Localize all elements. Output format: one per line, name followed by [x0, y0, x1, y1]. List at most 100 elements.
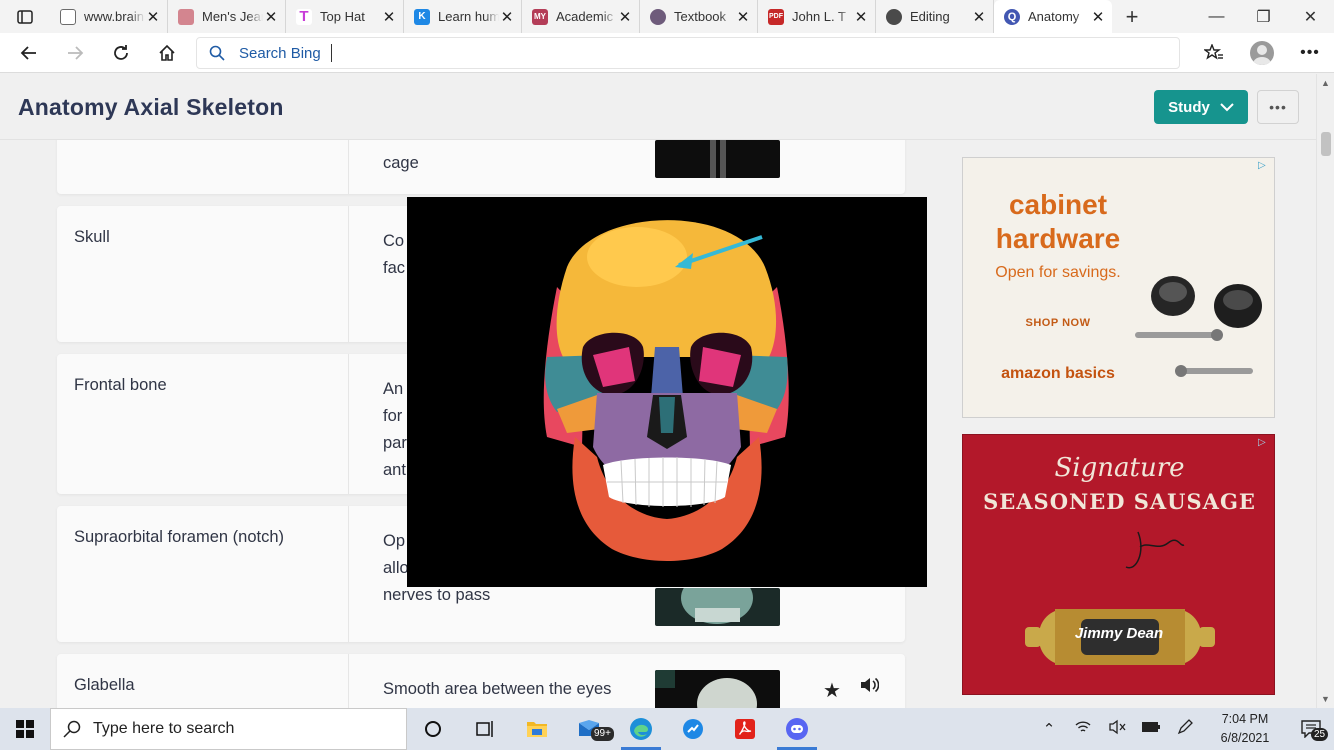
ad-script-text: Signature [1054, 453, 1185, 483]
volume-muted-icon[interactable] [1100, 719, 1134, 739]
task-view-button[interactable] [459, 708, 511, 750]
address-bar[interactable]: Search Bing [196, 37, 1180, 69]
term-card: cage [57, 140, 905, 194]
chevron-up-icon[interactable]: ⌃ [1032, 720, 1066, 738]
card-definition: cage [383, 154, 419, 172]
favorites-star-icon [1204, 44, 1223, 60]
adchoices-icon[interactable]: ▷ [1258, 160, 1270, 172]
tab-close-icon[interactable]: ✕ [853, 8, 869, 26]
more-options-button[interactable]: ••• [1257, 90, 1299, 124]
system-clock[interactable]: 7:04 PM 6/8/2021 [1202, 710, 1288, 748]
scroll-down-icon[interactable]: ▼ [1321, 694, 1330, 704]
column-divider [348, 506, 349, 642]
browser-tab-1[interactable]: www.brainscape.com ✕ [50, 0, 168, 33]
forward-button[interactable] [52, 33, 98, 73]
image-lightbox[interactable] [407, 197, 927, 587]
browser-tab-4[interactable]: K Learn human anatomy ✕ [404, 0, 522, 33]
tab-title: Anatomy [1028, 9, 1080, 24]
advertisement-cabinet-hardware[interactable]: ▷ cabinet hardware Open for savings. SHO… [962, 157, 1275, 418]
avatar [1250, 41, 1274, 65]
tab-close-icon[interactable]: ✕ [381, 8, 397, 26]
term-image-thumbnail[interactable] [655, 140, 780, 178]
browser-tab-5[interactable]: MY Academic ✕ [522, 0, 640, 33]
tab-actions-icon [17, 9, 33, 24]
tab-actions-button[interactable] [0, 0, 50, 33]
back-button[interactable] [6, 33, 52, 73]
refresh-button[interactable] [98, 33, 144, 73]
favorites-button[interactable] [1190, 33, 1238, 73]
search-icon [209, 45, 225, 61]
tab-close-icon[interactable]: ✕ [263, 8, 279, 26]
restore-button[interactable]: ❐ [1240, 0, 1287, 33]
acrobat-button[interactable] [719, 708, 771, 750]
cabinet-knob-image [1135, 276, 1262, 377]
settings-menu-button[interactable]: ••• [1286, 33, 1334, 73]
browser-tab-8[interactable]: Editing ✕ [876, 0, 994, 33]
browser-tab-2[interactable]: Men's Jeans ✕ [168, 0, 286, 33]
term-image-thumbnail[interactable] [655, 670, 780, 708]
battery-icon[interactable] [1134, 720, 1168, 738]
column-divider [348, 654, 349, 708]
new-tab-button[interactable]: + [1112, 0, 1152, 33]
ad-headline: cabinet hardware [995, 189, 1121, 254]
browser-tab-active[interactable]: Q Anatomy ✕ [994, 0, 1112, 33]
task-view-icon [476, 721, 493, 737]
study-dropdown-button[interactable]: Study [1154, 90, 1248, 124]
ad-headline: SEASONED SAUSAGE [983, 489, 1256, 514]
term-card: Glabella Smooth area between the eyes ★ [57, 654, 905, 708]
tab-title: Academic [556, 9, 614, 24]
page-scrollbar[interactable]: ▲ ▼ [1316, 74, 1334, 708]
address-placeholder: Search Bing [239, 44, 321, 62]
term-image-thumbnail[interactable] [655, 588, 780, 626]
start-button[interactable] [0, 708, 50, 750]
ad-shop-now-link[interactable]: SHOP NOW [963, 317, 1153, 329]
column-divider [348, 140, 349, 194]
tab-title: www.brainscape.com [84, 9, 145, 24]
tab-close-icon[interactable]: ✕ [617, 8, 633, 26]
tab-close-icon[interactable]: ✕ [971, 8, 987, 26]
taskbar-search-box[interactable]: Type here to search [50, 708, 407, 750]
scroll-up-icon[interactable]: ▲ [1321, 78, 1330, 88]
advertisement-sausage[interactable]: ▷ Signature SEASONED SAUSAGE Jimmy Dean [962, 434, 1275, 695]
browser-tab-7[interactable]: PDF John L. T ✕ [758, 0, 876, 33]
ellipsis-icon: ••• [1269, 99, 1287, 115]
adchoices-icon[interactable]: ▷ [1258, 437, 1270, 449]
close-window-button[interactable]: ✕ [1287, 0, 1334, 33]
minimize-button[interactable]: — [1193, 0, 1240, 33]
study-label: Study [1168, 98, 1210, 116]
folder-icon [527, 722, 547, 737]
tab-close-icon[interactable]: ✕ [499, 8, 515, 26]
audio-icon[interactable] [859, 676, 880, 699]
signature-image [1125, 531, 1185, 569]
tab-title: John L. T [792, 9, 846, 24]
browser-tab-6[interactable]: Textbook ✕ [640, 0, 758, 33]
file-explorer-button[interactable] [511, 708, 563, 750]
scrollbar-thumb[interactable] [1321, 132, 1331, 156]
mail-badge: 99+ [591, 727, 614, 741]
discord-button[interactable] [771, 708, 823, 750]
mail-button[interactable]: 99+ [563, 708, 615, 750]
column-divider [348, 354, 349, 494]
windows-logo-icon [16, 720, 34, 738]
text-cursor [330, 44, 332, 62]
wifi-icon[interactable] [1066, 719, 1100, 739]
star-icon[interactable]: ★ [823, 678, 841, 703]
pdf-icon: PDF [768, 8, 784, 25]
home-button[interactable] [144, 33, 190, 73]
chevron-down-icon [1220, 103, 1234, 112]
pen-icon[interactable] [1168, 718, 1202, 740]
profile-button[interactable] [1238, 33, 1286, 73]
card-definition: Smooth area between the eyes [383, 680, 612, 698]
app-button[interactable] [667, 708, 719, 750]
action-center-button[interactable]: 25 [1288, 708, 1334, 750]
skull-illustration [543, 220, 789, 561]
ellipsis-icon: ••• [1300, 44, 1320, 61]
tab-close-icon[interactable]: ✕ [1090, 8, 1106, 26]
column-divider [348, 206, 349, 342]
edge-browser-button[interactable] [615, 708, 667, 750]
cortana-button[interactable] [407, 708, 459, 750]
tab-close-icon[interactable]: ✕ [735, 8, 751, 26]
tab-close-icon[interactable]: ✕ [145, 8, 161, 26]
back-arrow-icon [20, 45, 36, 60]
browser-tab-3[interactable]: T Top Hat ✕ [286, 0, 404, 33]
